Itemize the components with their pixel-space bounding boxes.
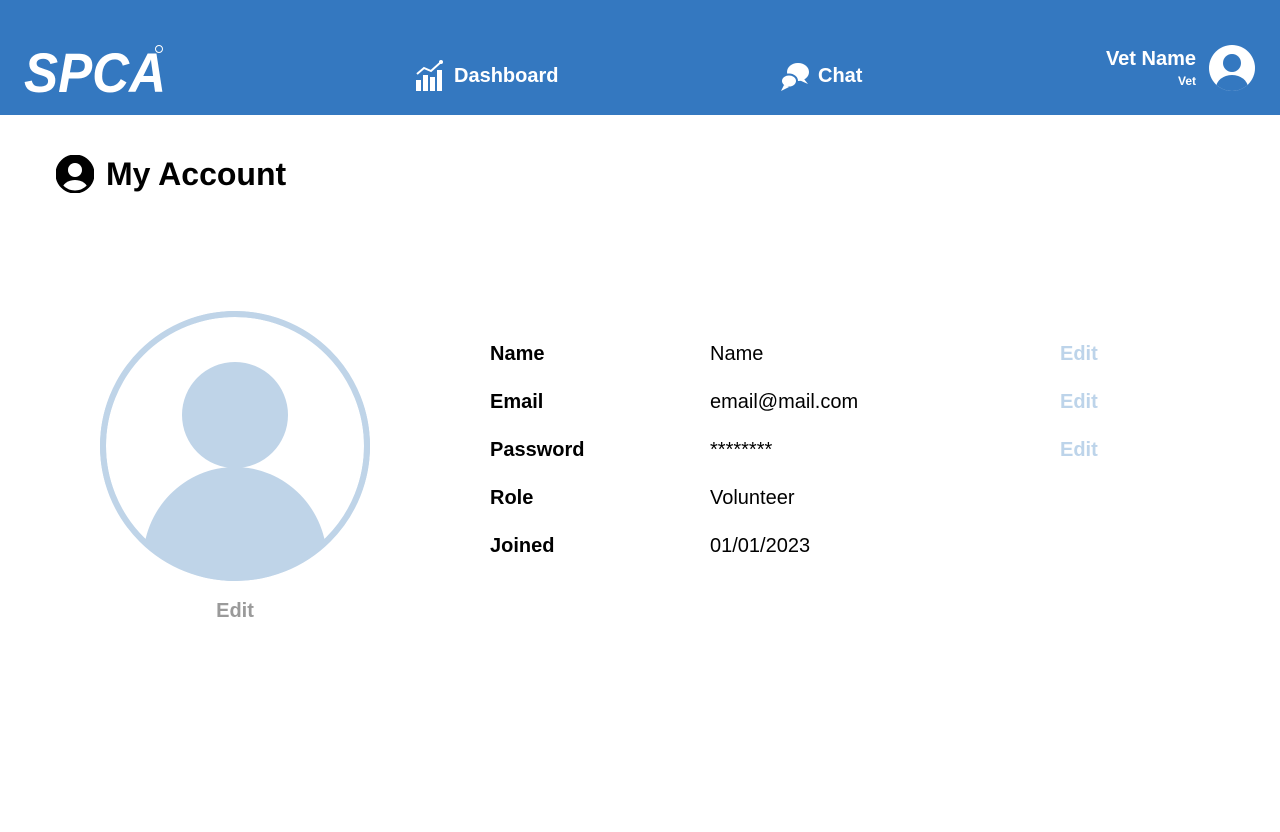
nav-chat-label: Chat (818, 64, 863, 87)
joined-label: Joined (490, 535, 555, 557)
user-avatar-icon (1209, 45, 1255, 91)
avatar-edit-button[interactable]: Edit (100, 600, 370, 623)
joined-value: 01/01/2023 (710, 535, 811, 557)
edit-email-button[interactable]: Edit (1060, 384, 1098, 420)
name-value: Name (710, 343, 764, 365)
user-name: Vet Name (1105, 48, 1196, 70)
detail-row-password: Password ******** Edit (490, 432, 1190, 480)
user-menu[interactable]: Vet Name Vet (1106, 44, 1256, 92)
email-label: Email (490, 391, 544, 413)
chat-bubbles-icon (780, 63, 809, 91)
nav-dashboard[interactable]: Dashboard (414, 58, 558, 94)
top-navigation-bar: SPCA Dashboard Chat Vet Name Vet (0, 0, 1280, 115)
account-details: Name Name Edit Email email@mail.com Edit… (490, 336, 1190, 576)
page-title-row: My Account (56, 155, 286, 193)
detail-row-name: Name Name Edit (490, 336, 1190, 384)
logo-text: SPCA (24, 41, 166, 98)
nav-chat[interactable]: Chat (780, 58, 862, 94)
password-value: ******** (710, 439, 773, 461)
nav-dashboard-label: Dashboard (454, 64, 559, 87)
user-info: Vet Name Vet (1106, 49, 1196, 87)
name-label: Name (490, 343, 545, 365)
detail-row-email: Email email@mail.com Edit (490, 384, 1190, 432)
profile-avatar[interactable] (100, 311, 370, 581)
spca-logo[interactable]: SPCA (24, 40, 174, 98)
edit-password-button[interactable]: Edit (1060, 432, 1098, 468)
detail-row-role: Role Volunteer (490, 480, 1190, 528)
page-title: My Account (106, 155, 287, 192)
account-icon (56, 155, 94, 193)
role-value: Volunteer (710, 487, 795, 509)
role-label: Role (490, 487, 534, 509)
password-label: Password (490, 439, 585, 461)
email-value: email@mail.com (710, 391, 859, 413)
user-role: Vet (1177, 74, 1196, 88)
detail-row-joined: Joined 01/01/2023 (490, 528, 1190, 576)
bar-chart-icon (416, 60, 443, 91)
edit-name-button[interactable]: Edit (1060, 336, 1098, 372)
